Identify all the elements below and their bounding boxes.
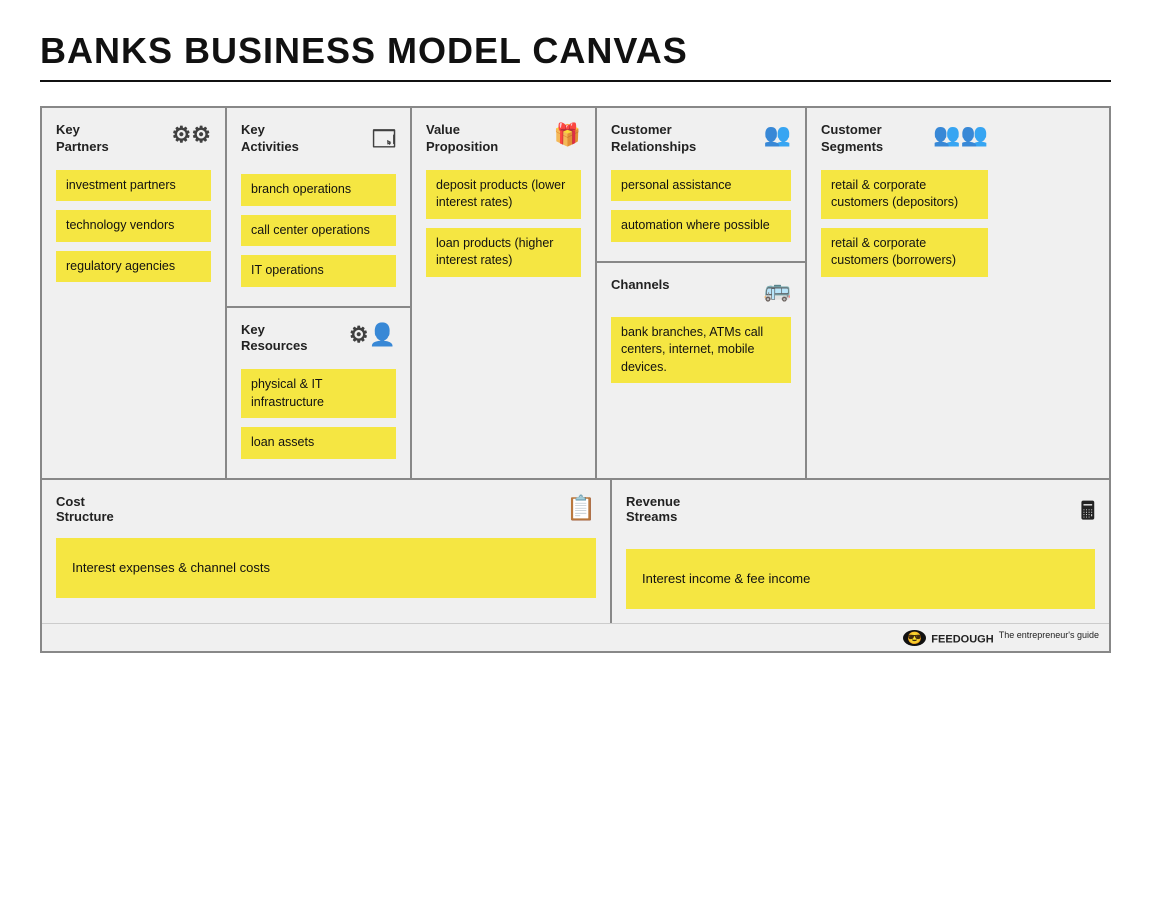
list-item: bank branches, ATMs call centers, intern… <box>611 317 791 384</box>
revenue-icon: 🖩 <box>1081 494 1095 535</box>
list-item: retail & corporate customers (depositors… <box>821 170 988 219</box>
channels-section: Channels 🚌 bank branches, ATMs call cent… <box>597 263 805 403</box>
feedough-footer: 😎 FEEDOUGH The entrepreneur's guide <box>42 623 1109 652</box>
customer-segments-header: CustomerSegments 👥👥 <box>821 122 988 156</box>
revenue-streams-cell: RevenueStreams 🖩 Interest income & fee i… <box>612 480 1109 623</box>
list-item: loan products (higher interest rates) <box>426 228 581 277</box>
key-resources-header: KeyResources ⚙👤 <box>241 322 396 356</box>
value-proposition-header: ValueProposition 🎁 <box>426 122 581 156</box>
key-partners-cell: KeyPartners ⚙⚙ investment partners techn… <box>42 108 227 478</box>
key-partners-header: KeyPartners ⚙⚙ <box>56 122 211 156</box>
revenue-streams-item: Interest income & fee income <box>626 549 1095 609</box>
cust-seg-icon: 👥👥 <box>933 122 988 148</box>
value-proposition-cell: ValueProposition 🎁 deposit products (low… <box>412 108 597 478</box>
value-proposition-label: ValueProposition <box>426 122 498 156</box>
cust-rel-icon: 👥 <box>764 122 791 148</box>
revenue-streams-header: RevenueStreams 🖩 <box>626 494 1095 535</box>
page-title: BANKS BUSINESS MODEL CANVAS <box>40 30 1111 72</box>
feedough-tagline: The entrepreneur's guide <box>999 630 1099 640</box>
list-item: retail & corporate customers (borrowers) <box>821 228 988 277</box>
list-item: IT operations <box>241 255 396 287</box>
customer-rel-cell: CustomerRelationships 👥 personal assista… <box>597 108 807 478</box>
key-activities-cell: KeyActivities 🗔 branch operations call c… <box>227 108 412 478</box>
list-item: branch operations <box>241 174 396 206</box>
cost-icon: 📋 <box>566 494 596 523</box>
revenue-streams-label: RevenueStreams <box>626 494 680 524</box>
list-item: regulatory agencies <box>56 251 211 283</box>
canvas-top-row: KeyPartners ⚙⚙ investment partners techn… <box>42 108 1109 480</box>
key-activities-label: KeyActivities <box>241 122 299 156</box>
activities-top: KeyActivities 🗔 branch operations call c… <box>227 108 410 308</box>
value-icon: 🎁 <box>554 122 581 148</box>
list-item: personal assistance <box>611 170 791 202</box>
feedough-icon: 😎 <box>903 630 926 646</box>
key-activities-header: KeyActivities 🗔 <box>241 122 396 160</box>
cust-rel-top: CustomerRelationships 👥 personal assista… <box>597 108 805 263</box>
key-resources-section: KeyResources ⚙👤 physical & IT infrastruc… <box>227 308 410 478</box>
cost-structure-header: CostStructure 📋 <box>56 494 596 524</box>
cost-structure-cell: CostStructure 📋 Interest expenses & chan… <box>42 480 612 623</box>
key-resources-label: KeyResources <box>241 322 307 356</box>
partners-icon: ⚙⚙ <box>172 122 211 148</box>
feedough-brand: FEEDOUGH <box>931 633 993 645</box>
channels-header: Channels 🚌 <box>611 277 791 303</box>
resources-icon: ⚙👤 <box>349 322 396 348</box>
list-item: loan assets <box>241 427 396 459</box>
canvas-bottom-row: CostStructure 📋 Interest expenses & chan… <box>42 480 1109 623</box>
customer-segments-label: CustomerSegments <box>821 122 883 156</box>
cost-structure-label: CostStructure <box>56 494 114 524</box>
activities-icon: 🗔 <box>372 122 396 160</box>
list-item: deposit products (lower interest rates) <box>426 170 581 219</box>
canvas: KeyPartners ⚙⚙ investment partners techn… <box>40 106 1111 653</box>
list-item: call center operations <box>241 215 396 247</box>
customer-rel-header: CustomerRelationships 👥 <box>611 122 791 156</box>
key-partners-label: KeyPartners <box>56 122 109 156</box>
channels-icon: 🚌 <box>764 277 791 303</box>
channels-label: Channels <box>611 277 670 294</box>
list-item: physical & IT infrastructure <box>241 369 396 418</box>
cost-structure-item: Interest expenses & channel costs <box>56 538 596 598</box>
list-item: investment partners <box>56 170 211 202</box>
list-item: automation where possible <box>611 210 791 242</box>
customer-segments-cell: CustomerSegments 👥👥 retail & corporate c… <box>807 108 1002 478</box>
list-item: technology vendors <box>56 210 211 242</box>
customer-rel-label: CustomerRelationships <box>611 122 696 156</box>
